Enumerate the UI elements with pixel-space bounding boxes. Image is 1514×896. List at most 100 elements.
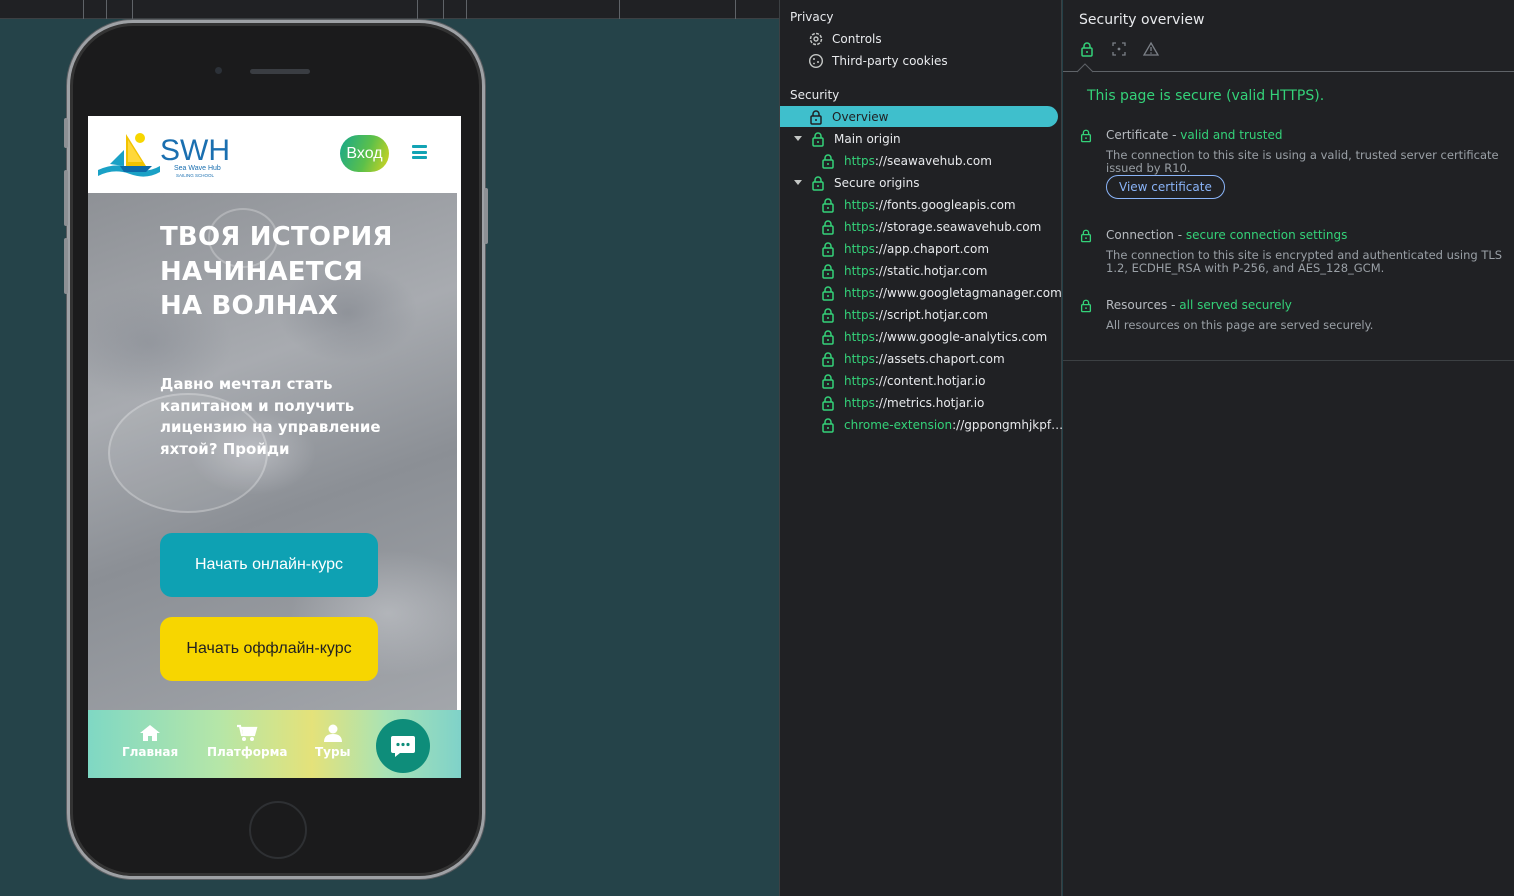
origin-scheme: chrome-extension [844,417,953,432]
lock-icon [822,219,834,235]
device-ruler [0,0,779,19]
ruler-tick [443,0,444,19]
sidebar-item-third-party-cookies[interactable]: Third-party cookies [780,50,1059,71]
origin-item[interactable]: https://www.googletagmanager.com [780,282,1062,303]
panel-title: Security overview [1079,12,1205,28]
ruler-tick [735,0,736,19]
sidebar-item-secure-origins[interactable]: Secure origins [780,172,1059,193]
certificate-description: The connection to this site is using a v… [1106,148,1499,175]
heading-prefix: Certificate - [1106,128,1181,142]
security-overview-panel: Security overview This page is secure (v… [1063,0,1514,896]
nav-item-home[interactable]: Главная [122,724,178,759]
origin-host: ://content.hotjar.io [874,373,986,388]
lock-icon[interactable] [1079,41,1095,57]
hero-title-line: НА ВОЛНАХ [160,291,339,321]
origin-host: ://metrics.hotjar.io [874,395,985,410]
device-preview-area: SWH Sea Wave Hub SAILING SCHOOL Вход ТВО… [0,0,779,896]
origin-scheme: https [844,285,875,300]
hero-title: ТВОЯ ИСТОРИЯ НАЧИНАЕТСЯ НА ВОЛНАХ [160,220,440,324]
warning-icon[interactable] [1143,41,1159,57]
origin-host: ://gppongmhjkpf… [952,417,1064,432]
sidebar-item-label: Secure origins [834,175,920,190]
lock-icon [822,263,834,279]
origin-item[interactable]: https://content.hotjar.io [780,370,1059,391]
lock-icon [1080,229,1092,243]
nav-label: Туры [315,745,351,759]
heading-prefix: Connection - [1106,228,1186,242]
start-online-course-button[interactable]: Начать онлайн-курс [160,533,378,597]
origin-host: ://fonts.googleapis.com [874,197,1016,212]
security-sidebar: Privacy Controls Third-party cookies Sec… [779,0,1063,896]
origin-item[interactable]: chrome-extension://gppongmhjkpf… [780,414,1063,435]
sidebar-item-label: Overview [832,109,889,124]
origin-item[interactable]: https://storage.seawavehub.com [780,216,1059,237]
connection-heading: Connection - secure connection settings [1106,228,1347,242]
origin-host: ://assets.chaport.com [874,351,1005,366]
bottom-navigation: Главная Платформа Туры [88,710,461,778]
origin-scheme: https [844,351,875,366]
connection-status: secure connection settings [1185,228,1348,242]
sidebar-item-main-origin[interactable]: Main origin [780,128,1059,149]
origin-item[interactable]: https://static.hotjar.com [780,260,1059,281]
origin-host: ://app.chaport.com [874,241,990,256]
origin-item[interactable]: https://script.hotjar.com [780,304,1059,325]
home-icon [140,725,161,741]
sidebar-item-label: Controls [832,31,882,46]
origin-host: ://www.google-analytics.com [874,329,1048,344]
secure-summary-text: This page is secure (valid HTTPS). [1087,88,1325,104]
sidebar-item-label: Main origin [834,131,901,146]
origin-item[interactable]: https://fonts.googleapis.com [780,194,1059,215]
speaker-grille [250,69,310,74]
hero-title-line: НАЧИНАЕТСЯ [160,256,364,287]
origin-scheme: https [844,197,875,212]
origin-item[interactable]: https://assets.chaport.com [780,348,1059,369]
svg-text:SAILING SCHOOL: SAILING SCHOOL [176,173,215,178]
phone-side-button [64,238,68,294]
sidebar-item-controls[interactable]: Controls [780,28,1059,49]
lock-icon [1080,299,1092,313]
site-logo[interactable]: SWH Sea Wave Hub SAILING SCHOOL [96,126,234,182]
origin-host: ://static.hotjar.com [874,263,988,278]
resources-description: All resources on this page are served se… [1106,318,1374,332]
login-button[interactable]: Вход [340,135,389,172]
security-section-title: Security [790,88,840,102]
origin-host: ://storage.seawavehub.com [874,219,1042,234]
hamburger-menu-icon[interactable] [412,145,427,159]
info-icon[interactable] [1111,41,1127,57]
origin-scheme: https [844,395,875,410]
view-certificate-button[interactable]: View certificate [1106,175,1225,199]
origin-scheme: https [844,263,875,278]
start-offline-course-button[interactable]: Начать оффлайн-курс [160,617,378,681]
camera-icon [215,67,222,74]
resources-section: Resources - all served securely All reso… [1079,298,1509,338]
gear-icon [809,32,823,45]
lock-icon [822,395,834,411]
nav-item-platform[interactable]: Платформа [207,724,288,759]
chat-button[interactable] [376,719,430,773]
nav-item-tours[interactable]: Туры [315,724,350,759]
origin-item[interactable]: https://www.google-analytics.com [780,326,1059,347]
expand-arrow-icon[interactable] [794,180,802,185]
origin-item[interactable]: https://app.chaport.com [780,238,1059,259]
origin-item[interactable]: https://seawavehub.com [780,150,1059,171]
ruler-tick [417,0,418,19]
origin-scheme: https [844,307,875,322]
origin-host: ://seawavehub.com [874,153,992,168]
lock-icon [822,417,834,433]
hero-subtitle: Давно мечтал стать капитаном и получить … [160,375,381,458]
cart-icon [237,724,258,741]
svg-text:SWH: SWH [160,134,230,167]
phone-side-button [64,170,68,226]
sidebar-item-overview[interactable]: Overview [780,106,1058,127]
lock-icon [822,197,834,213]
ruler-tick [106,0,107,19]
cookie-icon [808,53,824,68]
svg-text:Sea Wave Hub: Sea Wave Hub [174,165,221,172]
expand-arrow-icon[interactable] [794,136,802,141]
connection-description: The connection to this site is encrypted… [1106,248,1503,275]
origin-item[interactable]: https://metrics.hotjar.io [780,392,1059,413]
ruler-tick [83,0,84,19]
sidebar-item-label: Third-party cookies [832,53,948,68]
phone-screen: SWH Sea Wave Hub SAILING SCHOOL Вход ТВО… [88,116,461,778]
lock-icon [1080,129,1092,143]
